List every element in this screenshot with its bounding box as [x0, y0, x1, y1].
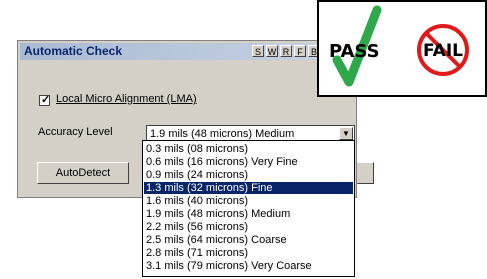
pass-fail-badge: PASS FAIL: [317, 0, 487, 97]
lma-checkbox[interactable]: ✓: [39, 94, 51, 106]
lma-label-text: Local Micro Alignment (LMA): [56, 93, 197, 105]
window-title: Automatic Check: [24, 44, 123, 58]
autodetect-label: AutoDetect: [55, 167, 111, 179]
dropdown-option[interactable]: 0.3 mils (08 microns): [144, 143, 353, 155]
dropdown-option[interactable]: 1.6 mils (40 microns): [144, 195, 353, 207]
accuracy-level-label: Accuracy Level: [38, 126, 113, 138]
dropdown-option[interactable]: 2.2 mils (56 microns): [144, 221, 353, 233]
title-bar: Automatic Check S W R F B: [20, 43, 354, 60]
dropdown-option-highlighted[interactable]: 1.3 mils (32 microns) Fine: [144, 182, 353, 194]
dropdown-option[interactable]: 0.6 mils (16 microns) Very Fine: [144, 156, 353, 168]
dropdown-option[interactable]: 3.1 mils (79 microns) Very Coarse: [144, 260, 353, 272]
lma-label[interactable]: Local Micro Alignment (LMA): [56, 93, 197, 105]
partial-button[interactable]: [357, 162, 374, 184]
checkmark-icon: ✓: [41, 94, 51, 106]
dropdown-option[interactable]: 0.9 mils (24 microns): [144, 169, 353, 181]
accuracy-level-value: 1.9 mils (48 microns) Medium: [150, 128, 295, 140]
title-button-f[interactable]: F: [294, 45, 306, 57]
chevron-down-icon[interactable]: ▼: [339, 127, 353, 140]
dropdown-option[interactable]: 2.8 mils (71 microns): [144, 247, 353, 259]
title-button-s[interactable]: S: [252, 45, 264, 57]
dropdown-option[interactable]: 2.5 mils (64 microns) Coarse: [144, 234, 353, 246]
dropdown-option[interactable]: 1.9 mils (48 microns) Medium: [144, 208, 353, 220]
title-button-w[interactable]: W: [266, 45, 278, 57]
pass-label: PASS: [329, 41, 380, 62]
fail-label: FAIL: [423, 41, 463, 61]
title-button-r[interactable]: R: [280, 45, 292, 57]
autodetect-button[interactable]: AutoDetect: [37, 162, 129, 184]
accuracy-dropdown-list[interactable]: 0.3 mils (08 microns) 0.6 mils (16 micro…: [142, 140, 355, 277]
